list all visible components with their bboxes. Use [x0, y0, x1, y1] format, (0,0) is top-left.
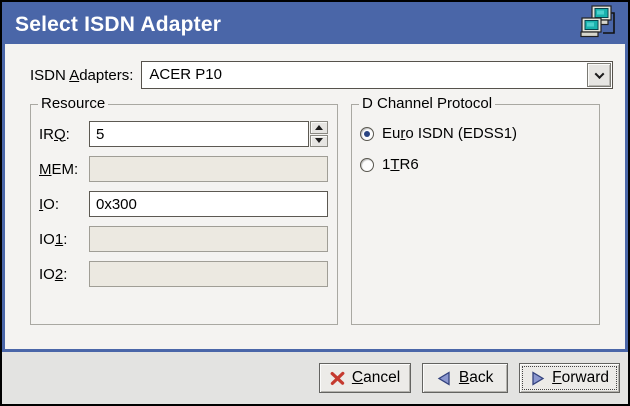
irq-spinbox — [89, 121, 328, 147]
combobox-dropdown-button[interactable] — [587, 63, 611, 87]
back-button[interactable]: Back — [422, 363, 508, 393]
irq-label: IRQ: — [39, 126, 89, 143]
radio-button-icon — [360, 127, 374, 141]
irq-input[interactable] — [89, 121, 309, 147]
dialog-content: ISDN Adapters: ACER P10 Resource IRQ: — [5, 44, 625, 349]
spin-down-button[interactable] — [310, 135, 328, 148]
page-title: Select ISDN Adapter — [15, 13, 579, 37]
io2-row: IO2: — [39, 261, 328, 287]
io2-label: IO2: — [39, 266, 89, 283]
networked-computers-icon — [579, 5, 617, 45]
back-button-label: Back — [459, 369, 493, 387]
dialog-frame: Select ISDN Adapter — [2, 2, 628, 352]
isdn-adapters-combobox-value: ACER P10 — [142, 62, 586, 88]
radio-1tr6-label: 1TR6 — [382, 156, 419, 173]
group-boxes: Resource IRQ: MEM: — [30, 104, 613, 325]
arrow-left-icon — [437, 371, 452, 386]
io1-label: IO1: — [39, 231, 89, 248]
d-channel-protocol-title: D Channel Protocol — [359, 95, 495, 112]
isdn-adapters-label: ISDN Adapters: — [30, 67, 133, 84]
irq-row: IRQ: — [39, 121, 328, 147]
io-label: IO: — [39, 196, 89, 213]
io-row: IO: — [39, 191, 328, 217]
mem-input — [89, 156, 328, 182]
radio-1tr6[interactable]: 1TR6 — [360, 156, 590, 173]
radio-button-icon — [360, 158, 374, 172]
resource-groupbox-title: Resource — [38, 95, 108, 112]
d-channel-protocol-groupbox: D Channel Protocol Euro ISDN (EDSS1) 1TR… — [351, 104, 600, 325]
forward-button[interactable]: Forward — [519, 363, 620, 393]
isdn-adapters-combobox[interactable]: ACER P10 — [141, 61, 613, 89]
forward-button-label: Forward — [552, 369, 609, 387]
cancel-button-label: Cancel — [352, 369, 400, 387]
spin-up-icon — [315, 125, 323, 130]
red-x-icon — [330, 371, 345, 386]
spin-down-icon — [315, 138, 323, 143]
irq-spinner — [310, 121, 328, 147]
mem-row: MEM: — [39, 156, 328, 182]
select-isdn-adapter-dialog: Select ISDN Adapter — [0, 0, 630, 406]
io1-input — [89, 226, 328, 252]
io1-row: IO1: — [39, 226, 328, 252]
mem-label: MEM: — [39, 161, 89, 178]
chevron-down-icon — [594, 69, 604, 79]
dialog-header: Select ISDN Adapter — [5, 5, 625, 44]
cancel-button[interactable]: Cancel — [319, 363, 411, 393]
resource-groupbox: Resource IRQ: MEM: — [30, 104, 338, 325]
isdn-adapters-row: ISDN Adapters: ACER P10 — [30, 61, 613, 89]
radio-euro-isdn-label: Euro ISDN (EDSS1) — [382, 125, 517, 142]
arrow-right-icon — [530, 371, 545, 386]
io-input[interactable] — [89, 191, 328, 217]
spin-up-button[interactable] — [310, 121, 328, 134]
radio-euro-isdn[interactable]: Euro ISDN (EDSS1) — [360, 125, 590, 142]
io2-input — [89, 261, 328, 287]
dialog-button-bar: Cancel Back Forward — [2, 352, 628, 404]
